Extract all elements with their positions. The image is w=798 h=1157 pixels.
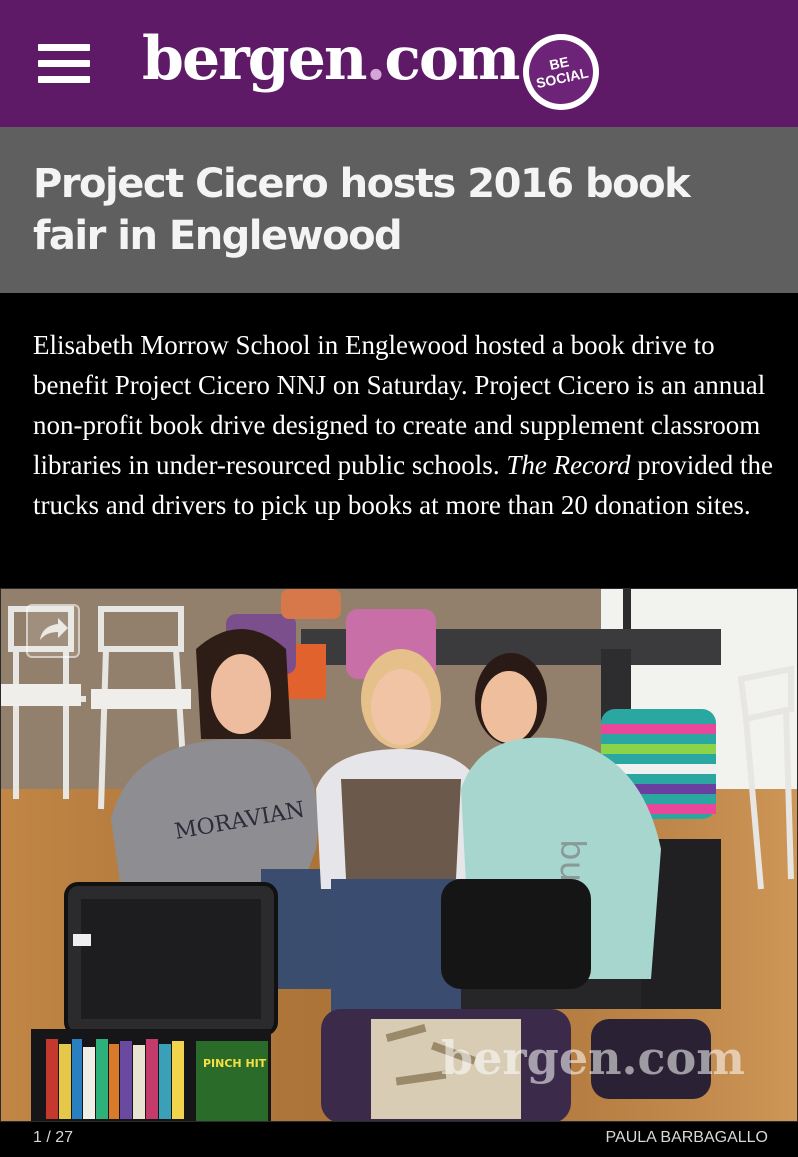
book-title: PINCH HIT	[203, 1057, 267, 1070]
photo-watermark: bergen.com	[441, 1031, 745, 1085]
article-title: Project Cicero hosts 2016 book fair in E…	[33, 161, 691, 259]
site-logo[interactable]: bergen.com	[142, 24, 520, 94]
be-social-badge[interactable]: BE SOCIAL	[523, 34, 599, 110]
photo-caption: Elisabeth Morrow School in Englewood hos…	[33, 330, 774, 520]
gallery-photo[interactable]: MORAVIAN burton	[0, 588, 798, 1122]
share-icon[interactable]	[26, 604, 80, 658]
photo-counter: 1 / 27	[33, 1129, 74, 1146]
photo-credit: PAULA BARBAGALLO	[605, 1129, 768, 1146]
hamburger-menu-icon[interactable]	[38, 44, 90, 84]
